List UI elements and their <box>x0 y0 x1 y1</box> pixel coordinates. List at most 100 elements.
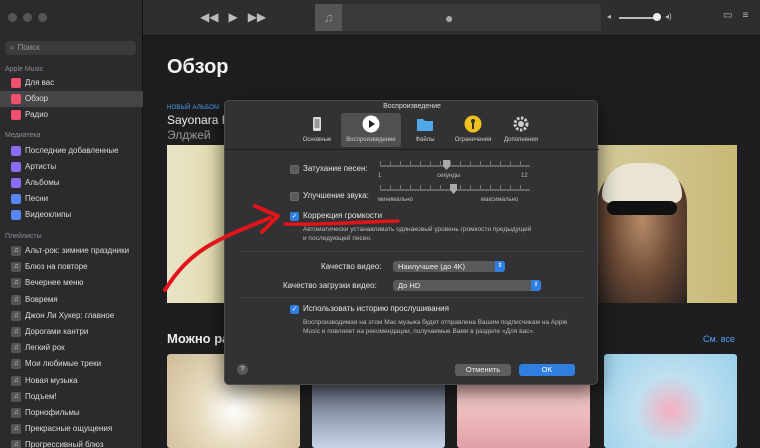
playlist-icon: ♫ <box>11 294 21 305</box>
sound-enhancer-checkbox[interactable] <box>290 192 299 201</box>
music-app-window: ⌕ Поиск Apple Music Медиатека Плейлисты Д… <box>0 0 760 448</box>
crossfade-slider[interactable] <box>380 165 530 167</box>
section-heading: Можно ра <box>167 331 230 346</box>
crossfade-checkbox[interactable] <box>290 165 299 174</box>
enhancer-thumb[interactable] <box>450 184 457 194</box>
tab-general[interactable]: Основные <box>293 113 341 147</box>
sidebar-item[interactable]: ♫ Вечернее меню <box>0 275 143 291</box>
sidebar-item[interactable]: ♫ Вовремя <box>0 292 143 308</box>
sidebar-item[interactable]: Радио <box>0 107 143 123</box>
sidebar-item[interactable]: ♫ Прекрасные ощущения <box>0 421 143 437</box>
tab-label: Файлы <box>415 137 435 143</box>
ok-button[interactable]: OK <box>519 364 575 376</box>
sidebar-item-icon <box>11 162 21 172</box>
zoom-window-icon[interactable] <box>38 13 47 22</box>
video-quality-label: Качество видео: <box>321 262 382 271</box>
sidebar-item[interactable]: Для вас <box>0 75 143 91</box>
play-icon[interactable]: ▶ <box>228 10 237 24</box>
album-title[interactable]: Sayonara B <box>167 113 230 127</box>
search-input[interactable]: ⌕ Поиск <box>5 41 136 55</box>
search-placeholder: Поиск <box>17 43 40 52</box>
sidebar-item-label: Вечернее меню <box>25 278 84 288</box>
sound-check-checkbox[interactable]: ✓ <box>290 212 299 221</box>
sidebar-item[interactable]: ♫ Альт-рок: зимние праздники <box>0 243 143 259</box>
minimize-window-icon[interactable] <box>23 13 32 22</box>
sidebar-item-label: Для вас <box>25 78 55 87</box>
toolbar-right: ▭ ≡ <box>723 10 748 21</box>
queue-icon[interactable]: ≡ <box>742 10 748 21</box>
sidebar-item-label: Последние добавленные <box>25 146 119 155</box>
sidebar-item[interactable]: Видеоклипы <box>0 207 143 223</box>
video-quality-select[interactable]: Наилучшее (до 4K) ⇕ <box>393 261 505 272</box>
crossfade-unit: секунды <box>437 173 461 179</box>
tab-advanced[interactable]: Дополнения <box>497 113 545 147</box>
sidebar-item[interactable]: ♫ Прогрессивный блюз <box>0 437 143 448</box>
tab-files[interactable]: Файлы <box>401 113 449 147</box>
section-apple-music: Apple Music <box>5 66 44 73</box>
tab-playback[interactable]: Воспроизведение <box>341 113 401 147</box>
volume-slider[interactable]: ◂ ◂) <box>607 12 672 21</box>
playlist-icon: ♫ <box>11 375 21 386</box>
artist-glasses <box>607 201 677 215</box>
history-checkbox[interactable]: ✓ <box>290 305 299 314</box>
see-all-link[interactable]: См. все <box>703 334 735 344</box>
sound-enhancer-label: Улучшение звука: <box>303 191 369 200</box>
sidebar-item[interactable]: ♫ Легкий рок <box>0 340 143 356</box>
tab-label: Ограничения <box>454 137 492 143</box>
fast-forward-icon[interactable]: ▶▶ <box>248 10 266 24</box>
crossfade-thumb[interactable] <box>443 160 450 170</box>
sound-check-description: Автоматически устанавливать одинаковый у… <box>303 226 532 242</box>
sidebar-item-label: Обзор <box>25 94 49 103</box>
play-icon <box>362 115 380 133</box>
sidebar-item[interactable]: ♫ Блюз на повторе <box>0 259 143 275</box>
sidebar-item-label: Альт-рок: зимние праздники <box>25 246 130 255</box>
sidebar-item[interactable]: Альбомы <box>0 175 143 191</box>
sidebar-item[interactable]: ♫ Новая музыка <box>0 373 143 389</box>
sidebar-item-icon <box>11 210 21 220</box>
sidebar-item[interactable]: Последние добавленные <box>0 143 143 159</box>
sidebar-item-label: Новая музыка <box>25 375 78 385</box>
playlist-icon: ♫ <box>11 246 21 256</box>
sidebar-item[interactable]: ♫ Дорогами кантри <box>0 324 143 340</box>
new-album-label: НОВЫЙ АЛЬБОМ <box>167 105 220 111</box>
sidebar: ⌕ Поиск Apple Music Медиатека Плейлисты Д… <box>0 0 143 448</box>
sidebar-item-label: Артисты <box>25 162 57 171</box>
sidebar-item[interactable]: Артисты <box>0 159 143 175</box>
volume-track <box>619 17 657 19</box>
volume-knob[interactable] <box>653 13 661 21</box>
rewind-icon[interactable]: ◀◀ <box>200 10 218 24</box>
tabs-divider <box>225 149 599 150</box>
sidebar-item[interactable]: ♫ Джон Ли Хукер: главное <box>0 308 143 324</box>
page-title: Обзор <box>167 56 229 78</box>
artist-cap <box>602 163 682 203</box>
sidebar-item-icon <box>11 146 21 156</box>
playlist-icon: ♫ <box>11 327 21 337</box>
download-quality-select[interactable]: До HD ⇕ <box>393 280 541 291</box>
sidebar-item-label: Мои любимые треки <box>25 359 102 369</box>
enhancer-max: максимально <box>481 197 519 203</box>
dialog-tabs: Основные Воспроизведение Файлы Ограничен… <box>293 113 545 149</box>
sidebar-item[interactable]: Обзор <box>0 91 143 107</box>
lyrics-icon[interactable]: ▭ <box>723 10 732 21</box>
toolbar: ◀◀ ▶ ▶▶ ♫ ● ◂ ◂) ▭ ≡ <box>143 0 760 36</box>
sidebar-item[interactable]: ♫ Мои любимые треки <box>0 356 143 372</box>
tab-label: Воспроизведение <box>346 137 396 143</box>
album-tile[interactable] <box>604 354 737 448</box>
playlist-icon: ♫ <box>11 310 21 321</box>
sidebar-item-label: Радио <box>25 110 49 119</box>
cancel-button[interactable]: Отменить <box>455 364 511 376</box>
close-window-icon[interactable] <box>8 13 17 22</box>
tab-restrictions[interactable]: Ограничения <box>449 113 497 147</box>
playlist-icon: ♫ <box>11 262 21 273</box>
sidebar-item[interactable]: Песни <box>0 191 143 207</box>
sound-check-label: Коррекция громкости <box>303 211 383 220</box>
help-button[interactable]: ? <box>237 364 248 375</box>
album-artist[interactable]: Элджей <box>167 128 211 142</box>
sidebar-item[interactable]: ♫ Порнофильмы <box>0 405 143 421</box>
sidebar-item-icon <box>11 110 21 120</box>
tab-label: Основные <box>302 137 332 143</box>
sidebar-item[interactable]: ♫ Подъем! <box>0 389 143 405</box>
playback-controls: ◀◀ ▶ ▶▶ <box>200 10 266 24</box>
volume-low-icon: ◂ <box>607 12 612 21</box>
playlist-icon: ♫ <box>11 343 21 354</box>
